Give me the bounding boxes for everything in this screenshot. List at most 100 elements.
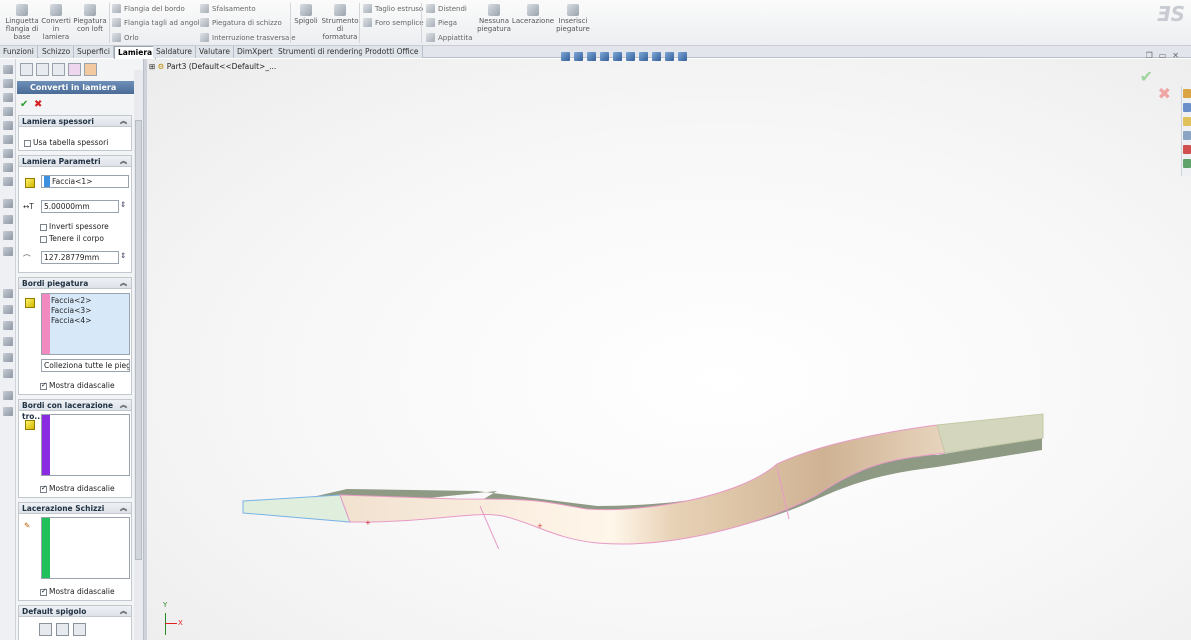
restore-icon[interactable]: ❐ [1146,51,1153,60]
graphics-area[interactable]: ⊞ ⚙ Part3 (Default<<Default>_... ❐ ▭ ✕ ✔… [147,51,1191,640]
extruded-cut-button[interactable]: Taglio estruso [363,3,423,14]
tab-saldature[interactable]: Saldature [153,46,197,58]
overlap-corner-icon[interactable] [56,623,69,636]
toolbar-tool-icon[interactable] [3,163,13,172]
collapse-icon[interactable]: ︽ [120,278,127,289]
open-butt-corner-icon[interactable] [39,623,52,636]
bend-edges-group-header[interactable]: Bordi piegatura ︽ [19,278,131,289]
underlap-corner-icon[interactable] [73,623,86,636]
base-flange-tab-button[interactable]: Linguetta flangia di base [4,4,40,41]
lofted-bend-button[interactable]: Piegatura con loft [73,4,107,33]
unfold-button[interactable]: Distendi [426,3,467,14]
bend-face-region[interactable] [339,424,946,545]
toolbar-tool-icon[interactable] [3,79,13,88]
toolbar-tool-icon[interactable] [3,65,13,74]
custom-properties-icon[interactable] [1183,159,1191,168]
toolbar-tool-icon[interactable] [3,231,13,240]
miter-flange-button[interactable]: Flangia tagli ad angolo [112,17,204,28]
tab-lamiera[interactable]: Lamiera [114,46,157,59]
simple-hole-button[interactable]: Foro semplice [363,17,424,28]
panel-scrollbar[interactable] [134,70,143,640]
collapse-icon[interactable]: ︽ [120,116,127,127]
fixed-face-region[interactable] [242,494,351,523]
rip-edges-list[interactable] [41,414,130,476]
use-gauge-table-checkbox[interactable]: Usa tabella spessori [24,138,108,147]
collapse-icon[interactable]: ︽ [120,400,127,411]
show-callouts-checkbox[interactable]: Mostra didascalie [40,484,115,493]
insert-bends-button[interactable]: Inserisci piegature [555,4,591,33]
hide-show-items-icon[interactable] [639,52,648,61]
appearances-icon[interactable] [1183,145,1191,154]
collapse-icon[interactable]: ︽ [120,606,127,617]
tab-valutare[interactable]: Valutare [196,46,235,58]
tab-prodotti-office[interactable]: Prodotti Office [362,46,423,58]
previous-view-icon[interactable] [587,52,596,61]
toolbar-tool-icon[interactable] [3,199,13,208]
hem-button[interactable]: Orlo [112,32,139,43]
zoom-to-fit-icon[interactable] [561,52,570,61]
thickness-field[interactable]: 5.00000mm [41,200,119,213]
fold-button[interactable]: Piega [426,17,457,28]
fixed-face-field[interactable]: Faccia<1> [41,175,129,188]
forming-tool-button[interactable]: Strumento di formatura [321,4,359,41]
feature-tree-flyout[interactable]: ⊞ ⚙ Part3 (Default<<Default>_... [149,62,276,71]
view-settings-icon[interactable] [678,52,687,61]
toolbar-tool-icon[interactable] [3,177,13,186]
tab-schizzo[interactable]: Schizzo [39,46,75,58]
tile-icon[interactable]: ▭ [1159,51,1167,60]
scrollbar-thumb[interactable] [135,120,142,560]
view-orientation-icon[interactable] [613,52,622,61]
toolbar-tool-icon[interactable] [3,247,13,256]
file-explorer-icon[interactable] [1183,117,1191,126]
gauges-group-header[interactable]: Lamiera spessori ︽ [19,116,131,127]
collect-all-bends-button[interactable]: Colleziona tutte le piegat [41,359,130,372]
edges-button[interactable]: Spigoli [292,4,320,25]
toolbar-tool-icon[interactable] [3,305,13,314]
design-library-icon[interactable] [1183,103,1191,112]
tab-strumenti-rendering[interactable]: Strumenti di rendering [275,46,368,58]
show-callouts-checkbox[interactable]: Mostra didascalie [40,587,115,596]
reverse-thickness-checkbox[interactable]: Inverti spessore [40,222,109,231]
list-item[interactable]: Faccia<4> [51,316,92,325]
toolbar-tool-icon[interactable] [3,321,13,330]
list-item[interactable]: Faccia<2> [51,296,92,305]
radius-spinner-icon[interactable]: ⇕ [120,251,126,260]
toolbar-tool-icon[interactable] [3,121,13,130]
view-palette-icon[interactable] [1183,131,1191,140]
toolbar-tool-icon[interactable] [3,289,13,298]
corner-default-group-header[interactable]: Default spigolo ︽ [19,606,131,617]
feature-manager-tab[interactable] [20,63,33,76]
toolbar-tool-icon[interactable] [3,135,13,144]
show-callouts-checkbox[interactable]: Mostra didascalie [40,381,115,390]
tab-funzioni[interactable]: Funzioni [0,46,38,58]
thickness-spinner-icon[interactable]: ⇕ [120,200,126,209]
configuration-manager-tab[interactable] [52,63,65,76]
collapse-icon[interactable]: ︽ [120,503,127,514]
collapse-icon[interactable]: ︽ [120,156,127,167]
rip-button[interactable]: Lacerazione [512,4,554,25]
confirmation-cancel-icon[interactable]: ✖ [1158,84,1171,103]
toolbar-tool-icon[interactable] [3,149,13,158]
cross-break-button[interactable]: Interruzione trasversale [200,32,296,43]
sheet-metal-part-model[interactable]: + + [237,349,1057,549]
toolbar-tool-icon[interactable] [3,215,13,224]
zoom-area-icon[interactable] [574,52,583,61]
edge-flange-button[interactable]: Flangia del bordo [112,3,185,14]
toolbar-tool-icon[interactable] [3,93,13,102]
toolbar-tool-icon[interactable] [3,107,13,116]
rip-sketches-group-header[interactable]: Lacerazione Schizzi ︽ [19,503,131,514]
display-manager-tab[interactable] [84,63,97,76]
toolbar-tool-icon[interactable] [3,391,13,400]
dimxpert-manager-tab[interactable] [68,63,81,76]
toolbar-tool-icon[interactable] [3,407,13,416]
resources-icon[interactable] [1183,89,1191,98]
toolbar-tool-icon[interactable] [3,337,13,346]
edit-appearance-icon[interactable] [652,52,661,61]
apply-scene-icon[interactable] [665,52,674,61]
sketched-bend-button[interactable]: Piegatura di schizzo [200,17,282,28]
keep-body-checkbox[interactable]: Tenere il corpo [40,234,104,243]
section-view-icon[interactable] [600,52,609,61]
tab-superfici[interactable]: Superfici [74,46,114,58]
confirmation-ok-icon[interactable]: ✔ [1140,67,1153,86]
convert-to-sheet-metal-button[interactable]: Converti in lamiera [40,4,72,41]
